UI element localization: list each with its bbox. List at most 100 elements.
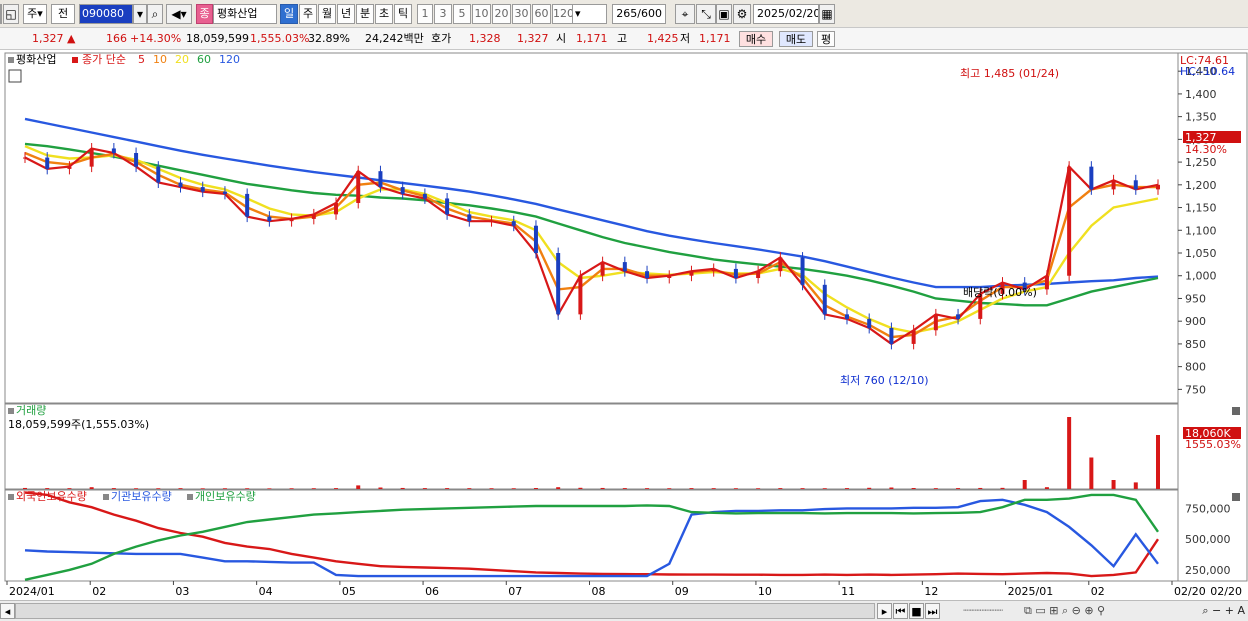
candle-body <box>89 148 94 167</box>
turnover-value: 32.89% <box>308 32 350 45</box>
holdings-tick-label: 500,000 <box>1185 533 1231 546</box>
holdings-legend-2: 개인보유수량 <box>195 490 256 503</box>
period-0[interactable]: 일 <box>280 4 298 24</box>
candle-body <box>578 275 583 315</box>
volume-bar <box>689 488 694 489</box>
hc-label: HC:-10.64 <box>1180 65 1235 78</box>
candle-body <box>334 203 339 215</box>
volume-bar <box>622 488 627 489</box>
period-4[interactable]: 분 <box>356 4 374 24</box>
last-button[interactable]: ⏭ <box>925 603 940 619</box>
volume-bar <box>422 488 427 489</box>
date-field[interactable]: 2025/02/20 <box>753 4 819 24</box>
candle-body <box>933 314 938 331</box>
volume-bar <box>222 488 227 489</box>
low-label: 저 <box>680 32 691 45</box>
speaker-icon[interactable]: ◀▾ <box>166 4 192 24</box>
candle-body <box>689 271 694 276</box>
stock-code-input[interactable]: 090080 <box>79 4 133 24</box>
candle-body <box>111 148 116 153</box>
chart-window-icon[interactable]: ◱ <box>3 4 19 24</box>
volume-bar <box>733 488 738 489</box>
volume-bar <box>378 487 383 489</box>
candle-body <box>467 214 472 222</box>
price-tick-label: 1,150 <box>1185 202 1217 215</box>
legend-stock: 평화산업 <box>16 53 56 66</box>
volume-bar <box>467 488 472 489</box>
type-select[interactable]: 주▾ <box>23 4 47 24</box>
calendar-icon[interactable]: ▦ <box>819 4 835 24</box>
candle-body <box>844 314 849 319</box>
candle-body <box>311 214 316 219</box>
volume-bar <box>200 488 205 489</box>
volume-bar <box>578 487 583 489</box>
price-value: 1,327 <box>32 32 64 45</box>
crosshair-icon[interactable]: ⌖ <box>675 4 695 24</box>
interval-1[interactable]: 1 <box>417 4 433 24</box>
mode-select[interactable]: 전 <box>51 4 75 24</box>
candle-body <box>956 314 961 319</box>
custom-interval-select[interactable]: ▾ <box>571 4 607 24</box>
scroll-left-button[interactable]: ◂ <box>0 603 15 619</box>
avg-button[interactable]: 평 <box>817 31 835 47</box>
candle-body <box>889 328 894 344</box>
x-label: 04 <box>259 585 273 598</box>
chevron-down-icon[interactable]: ▾ <box>133 4 147 24</box>
first-button[interactable]: ⏮ <box>893 603 908 619</box>
volume-bar <box>400 487 405 489</box>
period-1[interactable]: 주 <box>299 4 317 24</box>
volume-current-pct: 1555.03% <box>1185 438 1241 451</box>
draw-line-icon[interactable]: ⤡ <box>696 4 716 24</box>
volume-bar <box>156 488 161 489</box>
price-tick-label: 1,100 <box>1185 224 1217 237</box>
sell-button[interactable]: 매도 <box>779 31 813 47</box>
stock-name-field[interactable]: 평화산업 <box>213 4 277 24</box>
volume-bar <box>67 488 72 489</box>
period-5[interactable]: 초 <box>375 4 393 24</box>
candle-body <box>245 193 250 217</box>
gear-icon[interactable]: ⚙ <box>733 4 751 24</box>
stop-button[interactable]: ■ <box>909 603 924 619</box>
interval-20[interactable]: 20 <box>492 4 511 24</box>
interval-30[interactable]: 30 <box>512 4 531 24</box>
volume-bar <box>600 487 605 489</box>
buy-button[interactable]: 매수 <box>739 31 773 47</box>
volume-bar <box>756 488 761 489</box>
zoom-controls[interactable]: ⌕ − + A <box>1150 603 1245 619</box>
volume-bar <box>356 485 361 489</box>
view-icons[interactable]: ⧉ ▭ ⊞ ⌕ ⊖ ⊕ ⚲ <box>1024 603 1144 619</box>
legend-ma-60: 60 <box>197 53 211 66</box>
volume-bar <box>311 488 316 489</box>
candle-body <box>645 271 650 278</box>
period-2[interactable]: 월 <box>318 4 336 24</box>
volume-bar <box>1044 487 1049 489</box>
volume-bar <box>23 487 27 489</box>
chart-area[interactable]: 1,4501,4001,3501,3001,2501,2001,1501,100… <box>0 51 1248 600</box>
zoom-slider[interactable]: ┈┈┈┈┈┈ <box>947 603 1019 619</box>
period-6[interactable]: 틱 <box>394 4 412 24</box>
price-tick-label: 1,350 <box>1185 111 1217 124</box>
open-label: 시 <box>556 32 567 45</box>
legend-square <box>103 494 109 500</box>
period-3[interactable]: 년 <box>337 4 355 24</box>
scroll-right-button[interactable]: ▸ <box>877 603 892 619</box>
interval-3[interactable]: 3 <box>434 4 452 24</box>
candle-body <box>422 193 427 199</box>
change-value: 166 <box>106 32 127 45</box>
candle-body <box>378 171 383 188</box>
current-pct-label: 14.30% <box>1185 143 1227 156</box>
save-icon[interactable]: ▣ <box>716 4 732 24</box>
volume-bar <box>511 488 516 489</box>
volume-bar <box>445 488 450 489</box>
search-icon[interactable]: ⌕ <box>147 4 163 24</box>
scroll-thumb[interactable] <box>15 603 875 619</box>
volume-bar <box>844 488 849 489</box>
interval-60[interactable]: 60 <box>532 4 551 24</box>
interval-10[interactable]: 10 <box>472 4 491 24</box>
candle-body <box>778 257 783 272</box>
candle-body <box>711 268 716 272</box>
count-field[interactable]: 265/600 <box>612 4 666 24</box>
interval-120[interactable]: 120 <box>552 4 573 24</box>
candle-body <box>445 198 450 215</box>
interval-5[interactable]: 5 <box>453 4 471 24</box>
